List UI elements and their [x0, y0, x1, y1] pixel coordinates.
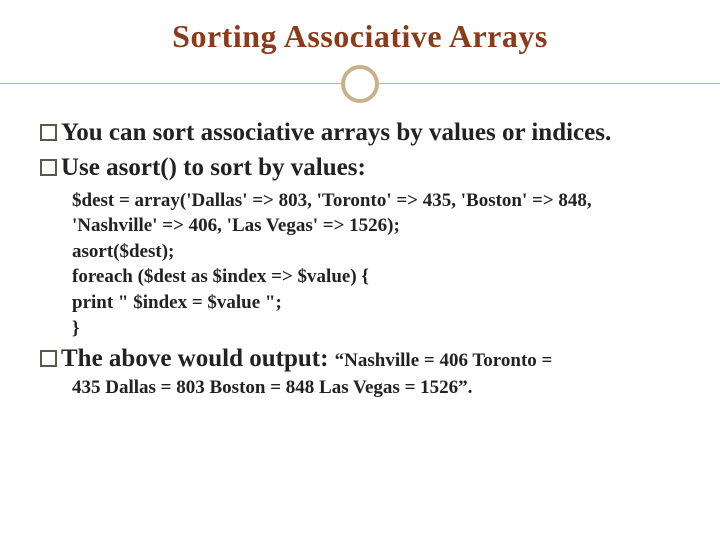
code-line: $dest = array('Dallas' => 803, 'Toronto'… — [72, 188, 680, 214]
slide: Sorting Associative Arrays You can sort … — [0, 0, 720, 540]
bullet-item: You can sort associative arrays by value… — [40, 117, 680, 148]
code-line: 'Nashville' => 406, 'Las Vegas' => 1526)… — [72, 213, 680, 239]
code-line: print " $index = $value "; — [72, 290, 680, 316]
code-line: asort($dest); — [72, 239, 680, 265]
slide-body: You can sort associative arrays by value… — [40, 117, 680, 400]
bullet-text: Use asort() to sort by values: — [61, 154, 366, 181]
bullet-text-tail-cont: 435 Dallas = 803 Boston = 848 Las Vegas … — [40, 375, 680, 401]
code-block: $dest = array('Dallas' => 803, 'Toronto'… — [40, 188, 680, 342]
bullet-text-tail: “Nashville = 406 Toronto = — [335, 350, 553, 371]
code-line: } — [72, 316, 680, 342]
square-bullet-icon — [40, 350, 57, 367]
bullet-item: The above would output: “Nashville = 406… — [40, 343, 680, 374]
divider-circle-icon — [341, 65, 379, 103]
bullet-item: Use asort() to sort by values: — [40, 152, 680, 183]
bullet-text: You can sort associative arrays by value… — [61, 119, 611, 146]
square-bullet-icon — [40, 124, 57, 141]
title-divider — [40, 61, 680, 109]
square-bullet-icon — [40, 159, 57, 176]
bullet-text-lead: The above would output: — [61, 345, 335, 372]
slide-title: Sorting Associative Arrays — [40, 18, 680, 55]
code-line: foreach ($dest as $index => $value) { — [72, 264, 680, 290]
